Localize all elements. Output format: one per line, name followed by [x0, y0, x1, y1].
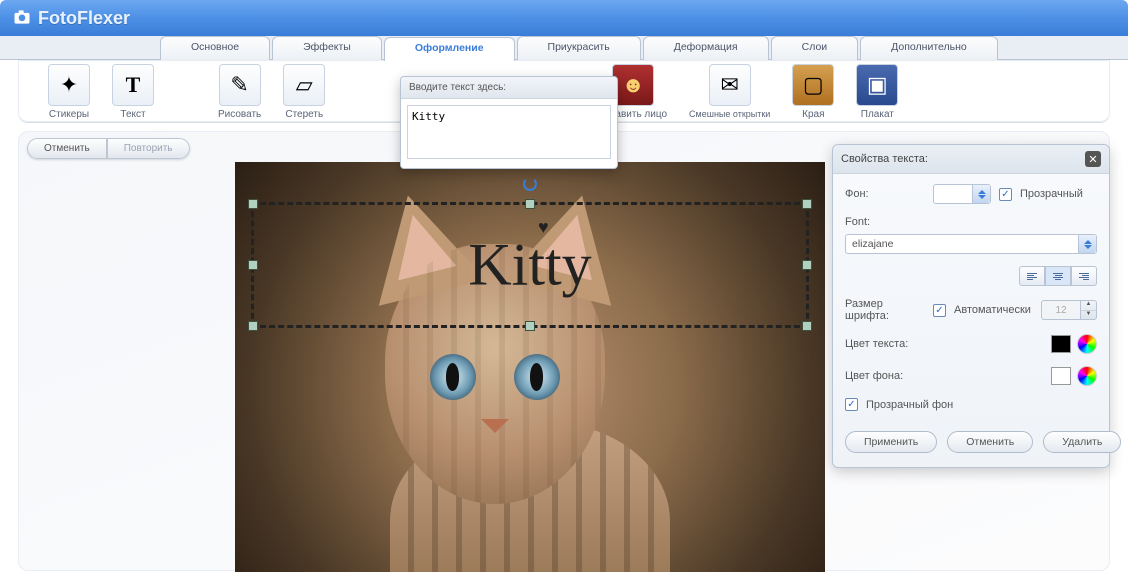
resize-handle-mr[interactable]	[802, 260, 812, 270]
tab-distort[interactable]: Деформация	[643, 36, 769, 60]
text-color-swatch[interactable]	[1051, 335, 1071, 353]
tool-erase-label: Стереть	[285, 109, 323, 120]
tool-stickers[interactable]: ✦ Стикеры	[48, 64, 90, 120]
close-button[interactable]: ✕	[1085, 151, 1101, 167]
tab-beautify[interactable]: Приукрасить	[517, 36, 641, 60]
transparent-bg-label: Прозрачный фон	[866, 399, 953, 411]
overlay-text: Kitty	[468, 231, 591, 300]
resize-handle-tl[interactable]	[248, 199, 258, 209]
pencil-icon: ✎	[219, 64, 261, 106]
undo-redo-group: Отменить Повторить	[27, 138, 190, 159]
app-name: FotoFlexer	[38, 8, 130, 29]
tool-stickers-label: Стикеры	[49, 109, 89, 120]
text-color-picker[interactable]	[1077, 334, 1097, 354]
props-title: Свойства текста:	[841, 153, 928, 165]
align-group	[1019, 266, 1097, 286]
transparent-bg-checkbox[interactable]: ✓	[845, 398, 858, 411]
tool-text[interactable]: T Текст	[112, 64, 154, 120]
tab-basic[interactable]: Основное	[160, 36, 270, 60]
font-size-stepper[interactable]: ▲▼	[1081, 300, 1097, 320]
text-properties-panel: Свойства текста: ✕ Фон: ✓ Прозрачный Fon…	[832, 144, 1110, 468]
edges-icon: ▢	[792, 64, 834, 106]
bg-label: Фон:	[845, 188, 925, 200]
tool-fun-cards-label: Смешные открытки	[689, 109, 770, 119]
font-size-input[interactable]	[1041, 300, 1081, 320]
transparent-label: Прозрачный	[1020, 188, 1083, 200]
text-icon: T	[112, 64, 154, 106]
apply-button[interactable]: Применить	[845, 431, 937, 453]
tool-poster[interactable]: ▣ Плакат	[856, 64, 898, 120]
stickers-icon: ✦	[48, 64, 90, 106]
font-select-value: elizajane	[852, 238, 893, 250]
auto-size-label: Автоматически	[954, 304, 1031, 316]
font-select[interactable]: elizajane	[845, 234, 1097, 254]
face-icon: ☻	[612, 64, 654, 106]
align-right-button[interactable]	[1071, 266, 1097, 286]
resize-handle-bl[interactable]	[248, 321, 258, 331]
redo-button[interactable]: Повторить	[107, 138, 190, 159]
cards-icon: ✉	[709, 64, 751, 106]
text-input-popup: Вводите текст здесь:	[400, 76, 618, 169]
transparent-checkbox[interactable]: ✓	[999, 188, 1012, 201]
tool-edges-label: Края	[802, 109, 824, 120]
resize-handle-ml[interactable]	[248, 260, 258, 270]
image-canvas[interactable]: ♥ Kitty	[235, 162, 825, 572]
eraser-icon: ▱	[283, 64, 325, 106]
bg-color-picker[interactable]	[1077, 366, 1097, 386]
text-popup-title: Вводите текст здесь:	[401, 77, 617, 99]
text-color-label: Цвет текста:	[845, 338, 925, 350]
font-label: Font:	[845, 216, 1097, 228]
tab-effects[interactable]: Эффекты	[272, 36, 382, 60]
auto-size-checkbox[interactable]: ✓	[933, 304, 946, 317]
tool-edges[interactable]: ▢ Края	[792, 64, 834, 120]
tool-draw-label: Рисовать	[218, 109, 261, 120]
main-tabs: Основное Эффекты Оформление Приукрасить …	[0, 36, 1128, 60]
resize-handle-bm[interactable]	[525, 321, 535, 331]
app-logo: FotoFlexer	[12, 7, 130, 30]
poster-icon: ▣	[856, 64, 898, 106]
delete-button[interactable]: Удалить	[1043, 431, 1121, 453]
resize-handle-br[interactable]	[802, 321, 812, 331]
cancel-button[interactable]: Отменить	[947, 431, 1033, 453]
resize-handle-tr[interactable]	[802, 199, 812, 209]
bg-color-swatch[interactable]	[1051, 367, 1071, 385]
tab-layers[interactable]: Слои	[771, 36, 859, 60]
undo-button[interactable]: Отменить	[27, 138, 107, 159]
align-left-button[interactable]	[1019, 266, 1045, 286]
dropdown-icon	[1078, 235, 1096, 253]
size-label: Размер шрифта:	[845, 298, 925, 322]
align-center-button[interactable]	[1045, 266, 1071, 286]
rotate-handle[interactable]	[523, 177, 537, 191]
tool-poster-label: Плакат	[861, 109, 894, 120]
tool-draw[interactable]: ✎ Рисовать	[218, 64, 261, 120]
camera-icon	[12, 7, 32, 30]
tab-advanced[interactable]: Дополнительно	[860, 36, 998, 60]
text-popup-textarea[interactable]	[407, 105, 611, 159]
tool-fun-cards[interactable]: ✉ Смешные открытки	[689, 64, 770, 120]
text-selection-box[interactable]: ♥ Kitty	[251, 202, 809, 328]
bg-select[interactable]	[933, 184, 991, 204]
bg-color-label: Цвет фона:	[845, 370, 925, 382]
tool-text-label: Текст	[120, 109, 145, 120]
tab-decorate[interactable]: Оформление	[384, 37, 515, 61]
app-topbar: FotoFlexer	[0, 0, 1128, 36]
resize-handle-tm[interactable]	[525, 199, 535, 209]
dropdown-icon	[972, 185, 990, 203]
tool-erase[interactable]: ▱ Стереть	[283, 64, 325, 120]
